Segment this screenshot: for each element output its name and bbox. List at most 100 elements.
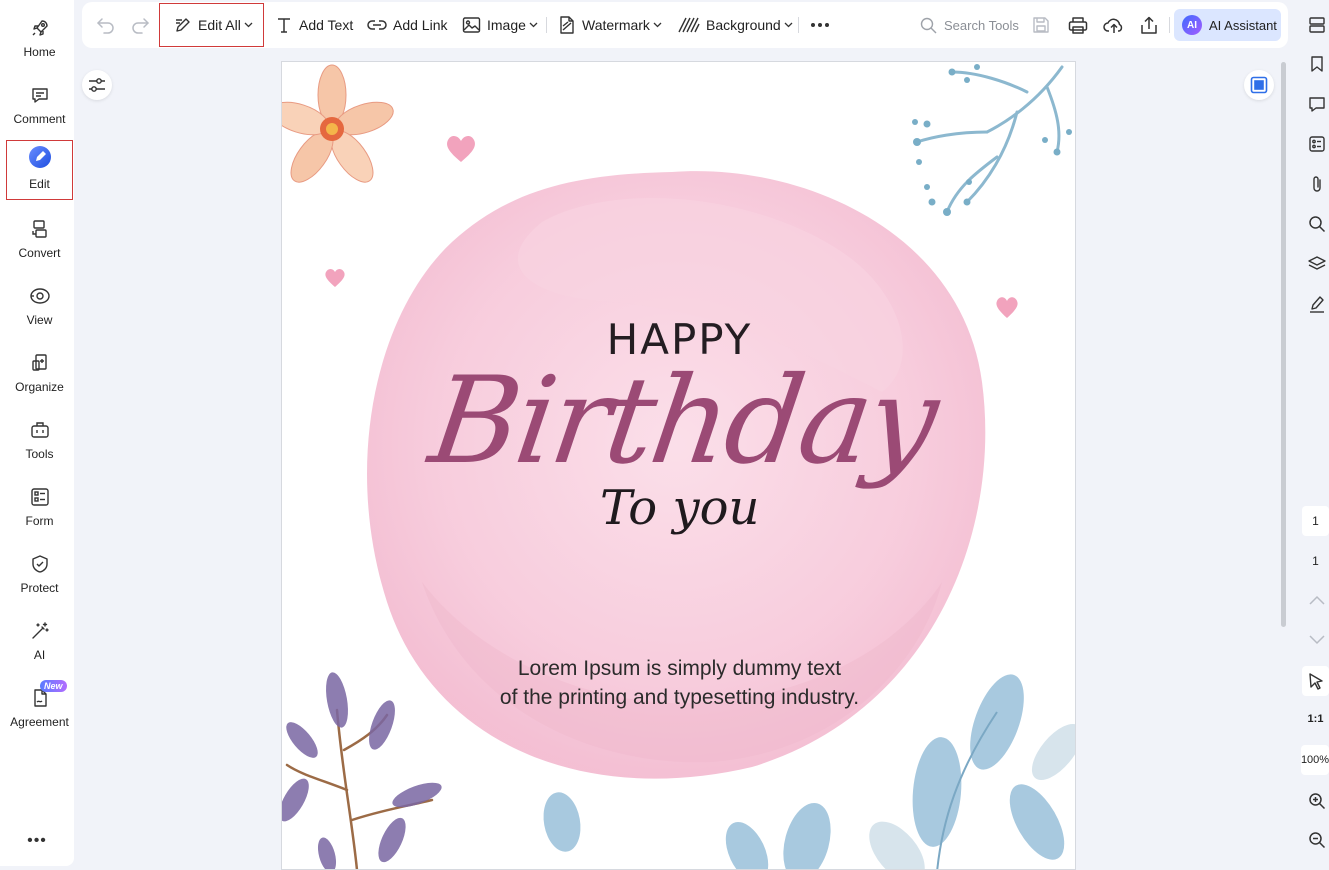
toolbar-divider [546,17,547,33]
view-icon [29,285,51,307]
sidebar-item-label: Home [23,45,56,59]
sidebar-item-form[interactable]: Form [6,474,73,532]
sidebar-item-label: Organize [15,380,64,394]
print-button[interactable] [1068,2,1088,48]
more-options-button[interactable] [810,2,830,48]
zoom-out-icon[interactable] [1306,829,1328,851]
sidebar-item-edit[interactable]: Edit [6,140,73,200]
sidebar-item-home[interactable]: Home [6,5,73,63]
sidebar-item-label: Tools [25,447,54,461]
image-label: Image [487,17,526,33]
edit-all-button[interactable]: Edit All [159,3,264,47]
sidebar-item-protect[interactable]: Protect [6,541,73,599]
page-down-button[interactable] [1306,629,1328,651]
shield-icon [29,553,51,575]
actual-size-button[interactable]: 1:1 [1302,713,1329,725]
magic-wand-icon [29,620,51,642]
edit-pen-icon [174,16,192,34]
chevron-down-icon [653,22,662,28]
vertical-scrollbar[interactable] [1281,62,1286,627]
current-page-field[interactable]: 1 [1302,506,1329,536]
edit-icon [27,144,53,170]
add-link-button[interactable]: Add Link [367,2,447,48]
purple-leaves-illustration [282,672,442,869]
page-fit-button[interactable] [1244,70,1274,100]
sidebar-item-label: Comment [13,112,66,126]
select-tool-button[interactable] [1302,666,1329,696]
zoom-in-icon[interactable] [1306,790,1328,812]
fit-page-icon [1250,76,1268,94]
text-icon [275,16,293,34]
form-fields-icon[interactable] [1306,133,1328,155]
chevron-down-icon [244,22,253,28]
sidebar-item-view[interactable]: View [6,273,73,331]
sidebar-item-comment[interactable]: Comment [6,72,73,130]
background-label: Background [706,17,781,33]
card-heading-birthday[interactable]: Birthday [422,352,943,491]
background-pattern-icon [678,17,700,33]
thumbnails-icon[interactable] [1306,14,1328,36]
share-upload-icon [1140,16,1158,35]
properties-panel-button[interactable] [82,70,112,100]
chevron-down-icon [529,22,538,28]
new-badge: New [40,680,67,692]
heart-illustration [325,269,345,287]
layers-icon[interactable] [1306,253,1328,275]
redo-button[interactable] [130,2,150,48]
form-icon [29,486,51,508]
save-button[interactable] [1032,2,1050,48]
search-icon[interactable] [1306,213,1328,235]
toolbar-divider [798,17,799,33]
undo-button[interactable] [96,2,116,48]
sidebar-item-label: View [26,313,53,327]
sidebar-item-ai[interactable]: AI [6,608,73,666]
search-placeholder: Search Tools [944,17,1019,33]
sidebar-item-convert[interactable]: Convert [6,206,73,264]
search-tools-field[interactable]: Search Tools [920,14,1019,36]
total-pages: 1 [1312,554,1319,568]
ai-assistant-button[interactable]: AI AI Assistant [1174,9,1281,41]
share-button[interactable] [1140,2,1158,48]
watermark-label: Watermark [582,17,650,33]
search-icon [920,17,937,34]
cursor-arrow-icon [1308,672,1324,690]
undo-icon [96,16,116,34]
comment-icon [29,84,51,106]
toolbar-divider [1169,17,1170,33]
zoom-level-field[interactable]: 100% [1301,745,1329,775]
cloud-upload-icon [1103,16,1125,34]
sidebar-item-tools[interactable]: Tools [6,407,73,465]
image-icon [462,16,481,34]
cloud-upload-button[interactable] [1103,2,1125,48]
background-button[interactable]: Background [678,2,793,48]
attachment-icon[interactable] [1306,173,1328,195]
watermark-button[interactable]: Watermark [558,2,662,48]
comment-icon[interactable] [1306,93,1328,115]
flower-illustration [282,64,394,183]
chevron-down-icon [784,22,793,28]
sidebar-more-button[interactable]: ••• [0,832,74,850]
sliders-icon [88,77,106,93]
bookmark-icon[interactable] [1306,53,1328,75]
watermark-icon [558,15,576,35]
ai-logo-icon: AI [1182,15,1202,35]
top-toolbar: Edit All Add Text Add Link Image Waterma… [82,2,1288,48]
sidebar-item-agreement[interactable]: New Agreement [6,675,73,733]
organize-icon [29,352,51,374]
sidebar-item-label: Form [25,514,54,528]
ai-assistant-label: AI Assistant [1209,17,1277,33]
card-heading-to-you[interactable]: To you [600,480,759,536]
add-text-button[interactable]: Add Text [275,2,353,48]
add-text-label: Add Text [299,17,354,33]
heart-illustration [447,135,475,162]
sidebar-item-organize[interactable]: Organize [6,340,73,398]
document-page[interactable]: HAPPY Birthday To you Lorem Ipsum is sim… [281,61,1076,870]
rocket-icon [29,17,51,39]
page-up-button[interactable] [1306,589,1328,611]
sidebar-item-label: Convert [18,246,61,260]
link-icon [367,18,387,32]
toolbox-icon [29,419,51,441]
save-icon [1032,16,1050,34]
signature-icon[interactable] [1306,293,1328,315]
image-button[interactable]: Image [462,2,538,48]
